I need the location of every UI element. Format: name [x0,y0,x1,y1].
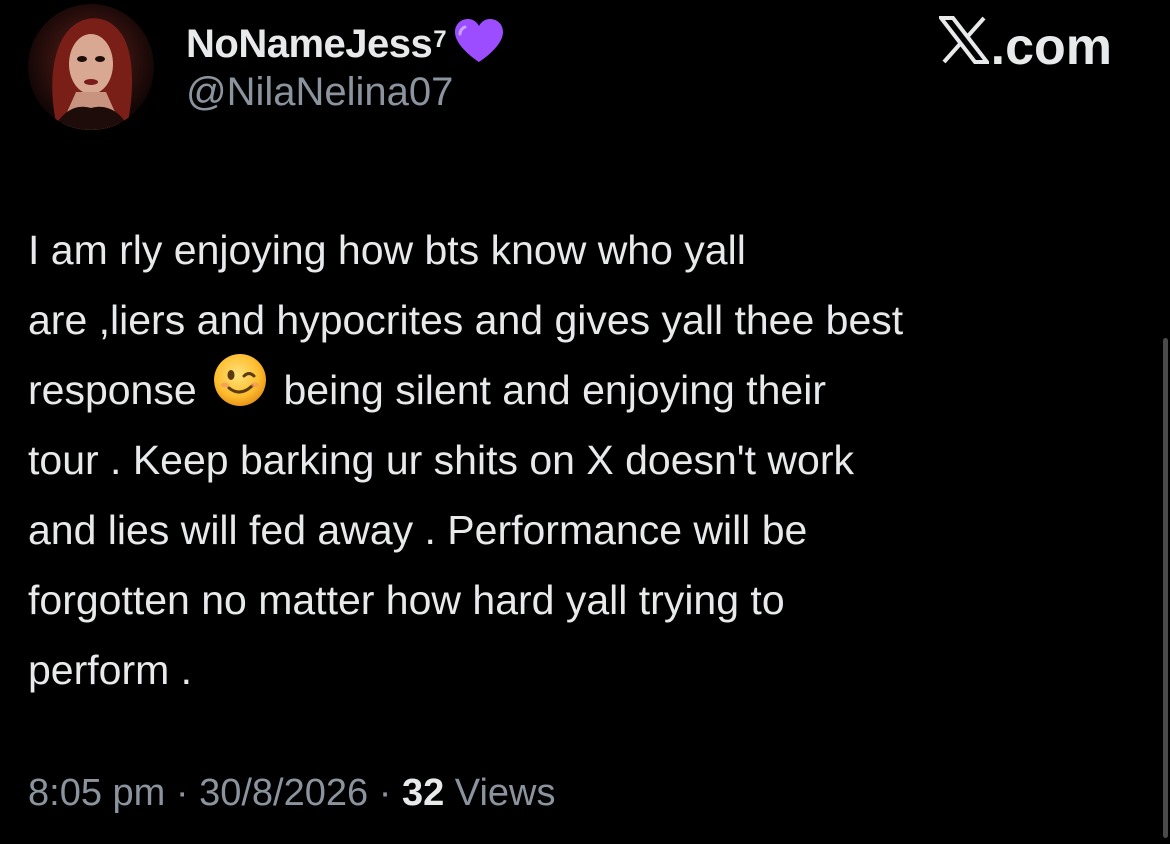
tweet-line: forgotten no matter how hard yall trying… [28,577,785,623]
tweet-line: tour . Keep barking ur shits on X doesn'… [28,437,854,483]
purple-heart-icon [453,18,505,69]
tweet-date[interactable]: 30/8/2026 [199,772,368,814]
tweet-line-segment: being silent and enjoying their [283,367,826,413]
tweet-time[interactable]: 8:05 pm [28,772,165,814]
scrollbar[interactable] [1163,338,1168,838]
tweet-line: I am rly enjoying how bts know who yall [28,227,746,273]
brand-label: .com [990,17,1112,76]
tweet-line: are ,liers and hypocrites and gives yall… [28,297,904,343]
tweet-line-with-emoji: response being silent and enjoying their [28,353,1128,425]
user-handle[interactable]: @NilaNelina07 [186,70,453,115]
display-name[interactable]: NoNameJess [186,22,433,67]
avatar[interactable] [28,4,154,130]
x-logo-icon [936,16,991,77]
winking-face-icon [212,352,268,429]
views-label: Views [454,772,556,814]
display-name-row[interactable]: NoNameJess 7 [186,16,505,72]
meta-separator: · [378,772,392,814]
meta-separator: · [175,772,189,814]
tweet-line: and lies will fed away . Performance wil… [28,507,808,553]
display-name-superscript: 7 [433,26,447,53]
tweet-text: I am rly enjoying how bts know who yall … [28,215,1128,705]
tweet-line-segment: response [28,367,197,413]
tweet-meta: 8:05 pm · 30/8/2026 · 32 Views [28,772,555,815]
views-count[interactable]: 32 [402,772,444,814]
tweet-line: perform . [28,647,193,693]
brand-watermark: .com [936,16,1112,77]
avatar-image [52,18,133,130]
